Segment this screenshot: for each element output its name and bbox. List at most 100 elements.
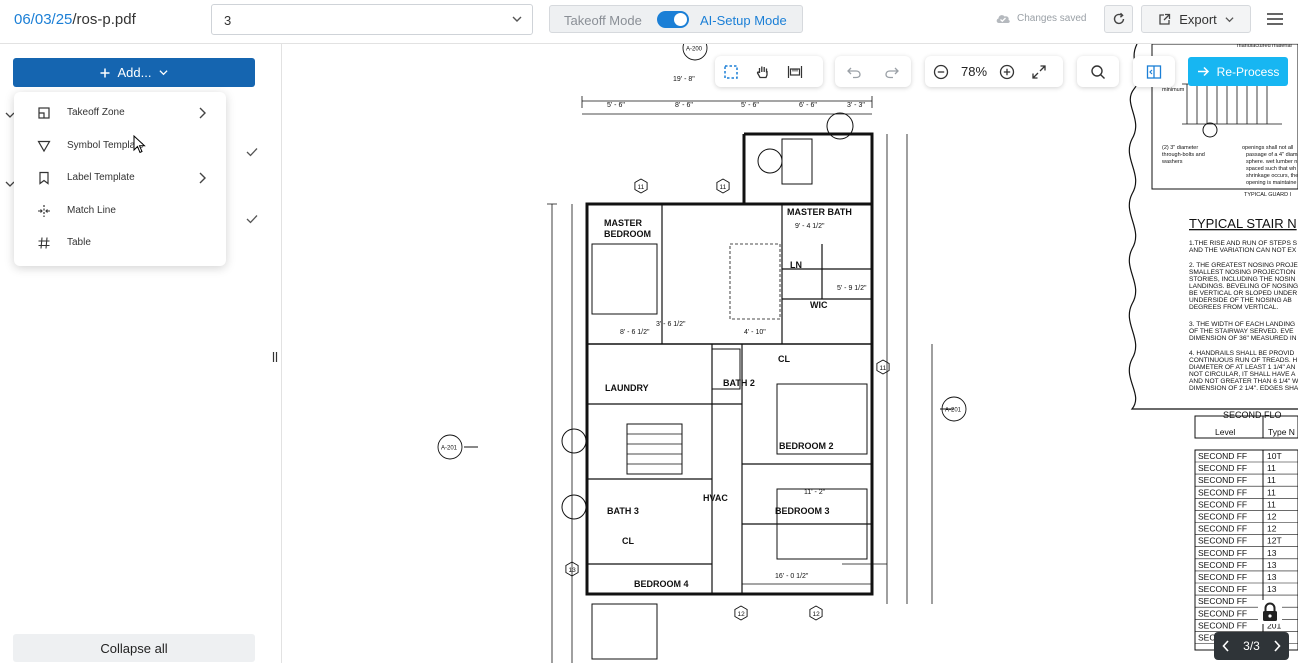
takeoff-mode-label[interactable]: Takeoff Mode <box>564 13 642 28</box>
undo-icon <box>847 67 861 78</box>
refresh-icon <box>1113 12 1124 25</box>
plus-icon <box>100 68 110 77</box>
detail-note-line: manufactured material <box>1237 44 1292 49</box>
ai-setup-mode-label[interactable]: AI-Setup Mode <box>700 13 787 28</box>
table-cell-level: SECOND FF <box>1198 512 1247 522</box>
page-select[interactable]: 3 <box>211 4 533 35</box>
bookmark-icon <box>39 171 49 185</box>
chevron-left-icon[interactable] <box>1222 640 1230 652</box>
table-cell-type: 13 <box>1267 548 1277 558</box>
chevron-right-icon <box>199 107 206 119</box>
table-cell-level: SECOND FF <box>1198 536 1247 546</box>
room-label: BEDROOM 3 <box>775 506 830 516</box>
menu-item-label: Table <box>67 237 91 248</box>
detail-note-line: washers <box>1161 159 1183 165</box>
hamburger-menu-button[interactable] <box>1261 5 1289 33</box>
collapse-all-button[interactable]: Collapse all <box>13 634 255 662</box>
table-cell-level: SECOND FF <box>1198 487 1247 497</box>
stair-note-line: SMALLEST NOSING PROJECTION <box>1189 269 1296 276</box>
zoom-out-icon <box>933 64 949 79</box>
top-bar: 06/03/25/ros-p.pdf 3 Takeoff Mode AI-Set… <box>0 0 1298 44</box>
check-icon <box>246 148 258 157</box>
stair-note-line: 2. THE GREATEST NOSING PROJE <box>1189 262 1298 269</box>
table-header-type: Type N <box>1268 427 1295 437</box>
resize-handle-icon[interactable] <box>272 351 278 363</box>
table-cell-level: SECOND FF <box>1198 475 1247 485</box>
toggle-knob <box>674 13 687 26</box>
zoom-in-button[interactable] <box>991 56 1023 87</box>
section-callout-label: A-201 <box>441 446 458 452</box>
detail-note-line: through-bolts and <box>1162 152 1205 158</box>
chevron-right-icon[interactable] <box>1273 640 1281 652</box>
reprocess-button[interactable]: Re-Process <box>1188 57 1288 86</box>
ruler-icon <box>787 65 803 78</box>
menu-item-table[interactable]: Table <box>14 228 226 258</box>
room-label: BEDROOM 4 <box>634 579 689 589</box>
table-cell-type: 11 <box>1267 487 1276 497</box>
export-button[interactable]: Export <box>1141 5 1251 33</box>
mode-toggle[interactable] <box>657 11 689 28</box>
menu-item-label: Label Template <box>67 172 135 183</box>
room-label: LAUNDRY <box>605 383 649 393</box>
stair-note-line: 1.THE RISE AND RUN OF STEPS S <box>1189 240 1298 247</box>
stair-note-line: STORIES, INCLUDING THE NOSIN <box>1189 276 1296 283</box>
menu-item-takeoff-zone[interactable]: Takeoff Zone <box>14 98 226 128</box>
lock-button[interactable] <box>1258 600 1282 624</box>
compare-tool-group <box>1133 56 1175 87</box>
mode-switch: Takeoff Mode AI-Setup Mode <box>549 5 803 33</box>
page-indicator: 3/3 <box>1243 639 1260 653</box>
menu-item-symbol-template[interactable]: Symbol Template <box>14 131 226 161</box>
save-status: Changes saved <box>995 12 1087 24</box>
grid-tag-label: 11 <box>720 184 727 191</box>
dimension-label: 16' - 0 1/2" <box>775 573 809 580</box>
dimension-label: 5' - 9 1/2" <box>837 285 867 292</box>
dimension-label: 5' - 6" <box>741 102 759 109</box>
pan-tool[interactable] <box>747 56 779 87</box>
search-tool-group <box>1077 56 1119 87</box>
expand-icon <box>1032 64 1046 79</box>
arrow-right-icon <box>1197 66 1209 77</box>
room-label: MASTER BATH <box>787 207 852 217</box>
section-callout-label: A-200 <box>686 47 703 53</box>
lock-icon <box>1263 602 1277 621</box>
menu-item-label-template[interactable]: Label Template <box>14 163 226 193</box>
table-cell-level: SECOND FF <box>1198 608 1247 618</box>
split-view-button[interactable] <box>1138 56 1170 87</box>
match-line-icon <box>38 205 50 217</box>
table-cell-type: 12 <box>1267 524 1277 534</box>
stair-note-line: NOT CIRCULAR, IT SHALL HAVE A <box>1189 371 1296 378</box>
table-cell-level: SECOND FF <box>1198 596 1247 606</box>
drawing-viewer[interactable]: MASTER BEDROOM MASTER BATH LN WIC LAUNDRY BATH… <box>282 44 1298 663</box>
zoom-out-button[interactable] <box>925 56 957 87</box>
table-cell-type: 13 <box>1267 572 1277 582</box>
stair-note-line: DIMENSION OF 36" MEASURED IN <box>1189 335 1297 342</box>
stair-note-line: 4. HANDRAILS SHALL BE PROVID <box>1189 350 1295 357</box>
chevron-down-icon <box>512 16 522 22</box>
fit-screen-button[interactable] <box>1023 56 1055 87</box>
table-cell-level: SECOND FF <box>1198 451 1247 461</box>
measure-tool[interactable] <box>779 56 811 87</box>
grid-tag-label: 13 <box>569 567 577 574</box>
undo-button[interactable] <box>835 56 873 87</box>
table-cell-type: 12T <box>1267 536 1282 546</box>
table-cell-type: 11 <box>1267 499 1276 509</box>
table-cell-level: SECOND FF <box>1198 572 1247 582</box>
chevron-down-icon <box>159 70 169 76</box>
triangle-icon <box>37 140 51 153</box>
stair-note-line: OF THE STAIRWAY SERVED. EVE <box>1189 328 1294 335</box>
cloud-check-icon <box>996 15 1010 23</box>
zoom-in-icon <box>999 64 1015 79</box>
dimension-label: 6' - 6" <box>799 102 817 109</box>
export-label: Export <box>1179 11 1217 27</box>
table-cell-type: 13 <box>1267 584 1277 594</box>
refresh-button[interactable] <box>1104 5 1133 33</box>
file-date[interactable]: 06/03/25 <box>14 11 72 28</box>
menu-item-match-line[interactable]: Match Line <box>14 196 226 226</box>
redo-button[interactable] <box>873 56 911 87</box>
search-button[interactable] <box>1082 56 1114 87</box>
stair-note-line: 3. THE WIDTH OF EACH LANDING <box>1189 321 1295 328</box>
add-button[interactable]: Add... <box>13 58 255 87</box>
file-name-text: /ros-p.pdf <box>72 11 136 28</box>
box-select-tool[interactable] <box>715 56 747 87</box>
stair-note-line: BE VERTICAL OR SLOPED UNDER <box>1189 290 1297 297</box>
